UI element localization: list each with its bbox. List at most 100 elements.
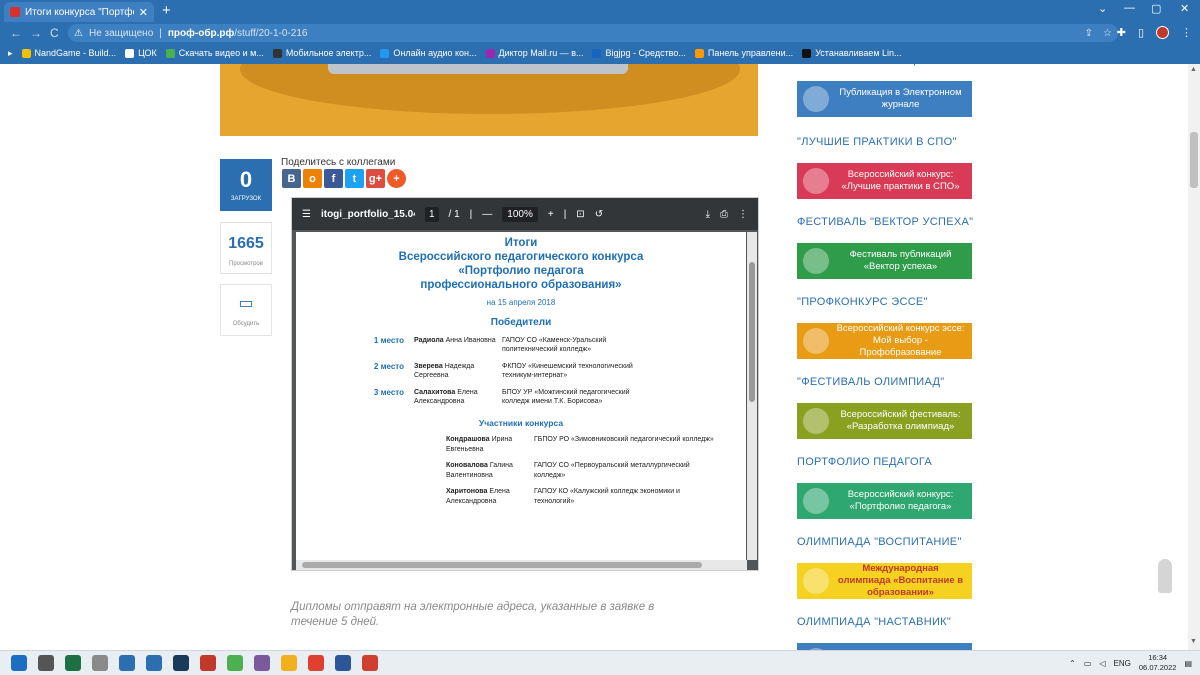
- zoom-level[interactable]: 100%: [502, 206, 538, 222]
- bookmark-item[interactable]: Bigjpg - Средство...: [592, 48, 686, 58]
- sidebar-banner-icon: [803, 168, 829, 194]
- print-icon[interactable]: ⎙: [720, 209, 728, 220]
- taskbar-app2-icon[interactable]: [254, 655, 270, 671]
- sidebar-section-title[interactable]: Правила публикации: [797, 64, 973, 66]
- twitter-share-icon[interactable]: t: [345, 169, 364, 188]
- volume-icon[interactable]: ◁: [1099, 659, 1105, 668]
- sidebar-section-title[interactable]: Фестиваль "Вектор успеха": [797, 216, 973, 228]
- downloads-value: 0: [239, 167, 253, 192]
- sidebar-banner-button[interactable]: Всероссийский фестиваль: «Разработка оли…: [797, 403, 972, 439]
- zoom-out-button[interactable]: —: [482, 209, 492, 220]
- winner-given-name: Анна Ивановна: [445, 337, 496, 344]
- bookmark-favicon-icon: [802, 48, 812, 58]
- taskbar-search-icon[interactable]: [38, 655, 54, 671]
- sidebar-banner-button[interactable]: Публикация в Электронном журнале: [797, 81, 972, 117]
- sidebar-banner-button[interactable]: Международная олимпиада «Воспитание в об…: [797, 563, 972, 599]
- clock[interactable]: 16:34 06.07.2022: [1139, 653, 1177, 673]
- googleplus-share-icon[interactable]: g+: [366, 169, 385, 188]
- tab-active[interactable]: Итоги конкурса "Портфолио пе ✕: [4, 2, 154, 22]
- reload-button[interactable]: C: [50, 26, 59, 40]
- menu-icon[interactable]: ⋮: [1181, 26, 1192, 39]
- sidebar-section-title[interactable]: Портфолио педагога: [797, 456, 973, 468]
- taskbar-app-icon[interactable]: [146, 655, 162, 671]
- bookmark-label: ЦОК: [138, 48, 157, 58]
- scroll-up-icon[interactable]: ▲: [1190, 66, 1197, 73]
- bookmark-star-icon[interactable]: ☆: [1103, 28, 1112, 39]
- tray-chevron-icon[interactable]: ⌃: [1069, 659, 1076, 668]
- taskbar-excel-icon[interactable]: [65, 655, 81, 671]
- vk-share-icon[interactable]: В: [282, 169, 301, 188]
- taskbar-start-icon[interactable]: [11, 655, 27, 671]
- discuss-button[interactable]: ▭ Обсудить: [220, 284, 272, 336]
- taskbar-explorer-icon[interactable]: [281, 655, 297, 671]
- sidebar-banner-label: Всероссийский конкурс: «Портфолио педаго…: [847, 489, 954, 512]
- winner-row: 3 место Салахитова Елена Александровна БПО…: [296, 388, 746, 406]
- share-icon[interactable]: ⇪: [1085, 28, 1093, 39]
- taskbar-chrome-icon[interactable]: [308, 655, 324, 671]
- fit-page-icon[interactable]: ⊡: [576, 209, 584, 220]
- pdf-more-icon[interactable]: ⋮: [738, 209, 748, 220]
- facebook-share-icon[interactable]: f: [324, 169, 343, 188]
- forward-button[interactable]: →: [30, 26, 42, 40]
- window-close-button[interactable]: ✕: [1180, 2, 1189, 15]
- taskbar-chrome-active-icon[interactable]: [362, 655, 378, 671]
- apps-grid-icon[interactable]: ▸: [8, 48, 13, 59]
- bookmark-item[interactable]: Скачать видео и м...: [165, 48, 264, 58]
- taskbar-word-icon[interactable]: [335, 655, 351, 671]
- bookmark-item[interactable]: NandGame - Build...: [21, 48, 116, 58]
- pdf-page-input[interactable]: 1: [424, 206, 439, 222]
- network-icon[interactable]: ▭: [1084, 659, 1092, 668]
- taskbar-torrent-icon[interactable]: [227, 655, 243, 671]
- sidebar-icon[interactable]: ▯: [1138, 26, 1144, 39]
- pdf-vertical-scrollbar[interactable]: [747, 232, 757, 560]
- sidebar-section-title[interactable]: Олимпиада "Воспитание": [797, 536, 973, 548]
- winner-org: ФКПОУ «Кинешемский технологический техни…: [502, 363, 633, 379]
- tab-search-icon[interactable]: ⌄: [1098, 2, 1107, 15]
- more-share-icon[interactable]: +: [387, 169, 406, 188]
- pdf-menu-icon[interactable]: ☰: [302, 209, 311, 220]
- new-tab-button[interactable]: +: [162, 3, 171, 18]
- downloads-counter[interactable]: 0 ЗАГРУЗОК: [220, 159, 272, 211]
- notifications-icon[interactable]: ▤: [1184, 659, 1192, 668]
- article-banner: [220, 64, 758, 136]
- zoom-in-button[interactable]: +: [548, 209, 554, 220]
- minimize-button[interactable]: —: [1124, 2, 1135, 14]
- sidebar-banner-button[interactable]: Всероссийский конкурс: «Портфолио педаго…: [797, 483, 972, 519]
- taskbar-notebook-icon[interactable]: [92, 655, 108, 671]
- sidebar-section-title[interactable]: "Лучшие практики в СПО": [797, 136, 973, 148]
- language-indicator[interactable]: ENG: [1114, 659, 1131, 668]
- sidebar-banner-button[interactable]: Всероссийский конкурс: «Лучшие практики …: [797, 163, 972, 199]
- page-scrollbar[interactable]: ▲ ▼: [1188, 64, 1200, 650]
- taskbar-s-icon[interactable]: [200, 655, 216, 671]
- pdf-horizontal-scrollbar[interactable]: [296, 560, 747, 570]
- pdf-page: Итоги Всероссийского педагогического кон…: [296, 232, 746, 560]
- sidebar-section-title[interactable]: "Фестиваль олимпиад": [797, 376, 973, 388]
- bookmark-item[interactable]: Мобильное электр...: [272, 48, 371, 58]
- page-scroll-thumb[interactable]: [1190, 132, 1198, 188]
- participant-row: Харитонова Елена Александровна ГАПОУ КО «…: [296, 487, 746, 506]
- odnoklassniki-share-icon[interactable]: o: [303, 169, 322, 188]
- bookmark-item[interactable]: Онлайн аудио кон...: [380, 48, 477, 58]
- bookmark-item[interactable]: Устанавливаем Lin...: [802, 48, 902, 58]
- sidebar-section-title[interactable]: "Профконкурс эссе": [797, 296, 973, 308]
- doc-date: на 15 апреля 2018: [486, 298, 556, 307]
- scroll-top-rocket-icon[interactable]: [1158, 559, 1172, 593]
- taskbar-calculator-icon[interactable]: [119, 655, 135, 671]
- bookmark-item[interactable]: Диктор Mail.ru — в...: [485, 48, 583, 58]
- tab-close-icon[interactable]: ✕: [139, 6, 148, 19]
- rotate-icon[interactable]: ↺: [595, 209, 603, 220]
- bookmark-item[interactable]: ЦОК: [125, 48, 157, 58]
- bookmark-item[interactable]: Панель управлени...: [694, 48, 793, 58]
- taskbar-v-icon[interactable]: [173, 655, 189, 671]
- sidebar-banner-button[interactable]: [797, 643, 972, 650]
- extensions-icon[interactable]: ✚: [1117, 26, 1126, 39]
- sidebar-banner-button[interactable]: Всероссийский конкурс эссе: Мой выбор - …: [797, 323, 972, 359]
- profile-avatar[interactable]: [1156, 26, 1169, 39]
- scroll-down-icon[interactable]: ▼: [1190, 638, 1197, 645]
- back-button[interactable]: ←: [10, 26, 22, 40]
- maximize-button[interactable]: ▢: [1151, 2, 1161, 15]
- sidebar-banner-button[interactable]: Фестиваль публикаций «Вектор успеха»: [797, 243, 972, 279]
- url-input[interactable]: ⚠ Не защищено | проф-обр.рф/stuff/20-1-0…: [68, 24, 1118, 42]
- sidebar-section-title[interactable]: Олимпиада "Наставник": [797, 616, 973, 628]
- download-icon[interactable]: ⤓: [706, 209, 710, 220]
